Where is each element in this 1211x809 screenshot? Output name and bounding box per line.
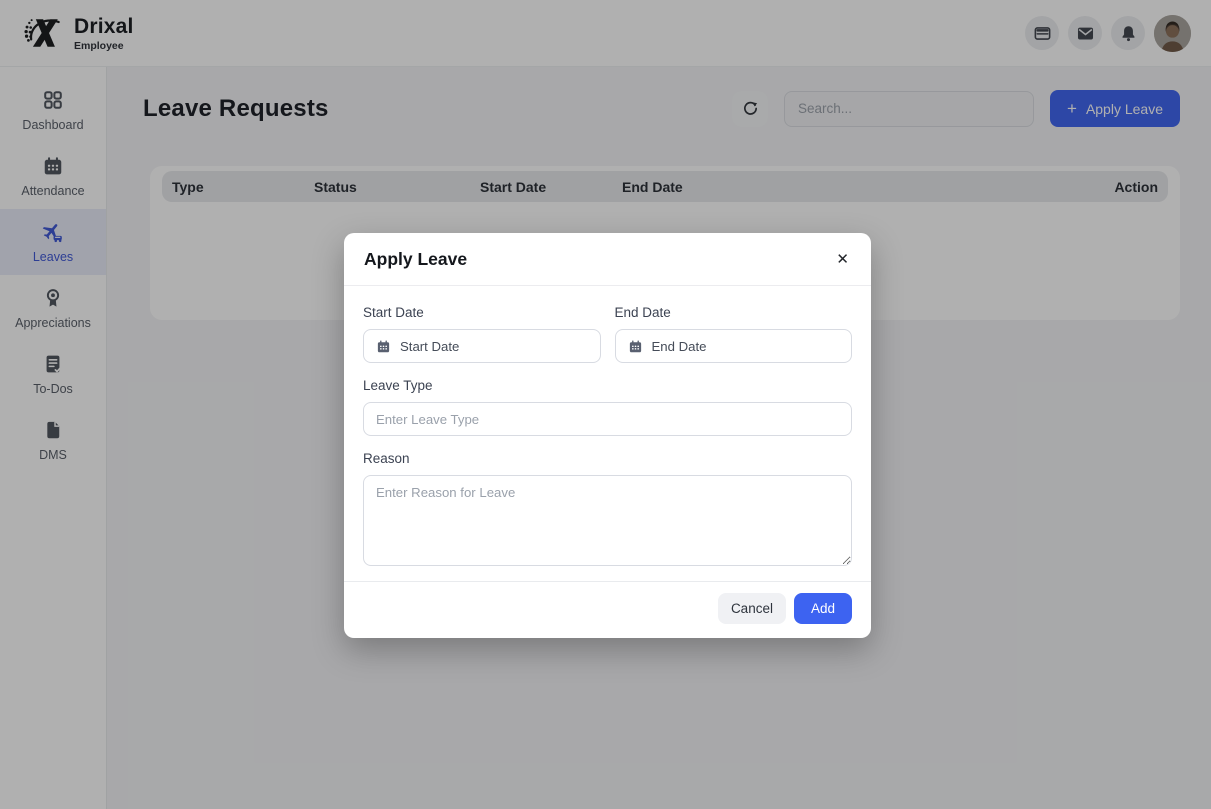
start-date-label: Start Date (363, 305, 601, 320)
end-date-input[interactable]: End Date (615, 329, 853, 363)
end-date-label: End Date (615, 305, 853, 320)
modal-body: Start Date (344, 286, 871, 581)
app-root: Drixal Employee (0, 0, 1211, 809)
calendar-icon (376, 339, 391, 354)
end-date-placeholder: End Date (652, 339, 707, 354)
leave-type-label: Leave Type (363, 378, 852, 393)
start-date-placeholder: Start Date (400, 339, 459, 354)
calendar-icon (628, 339, 643, 354)
close-icon[interactable]: ✕ (834, 250, 851, 269)
modal-footer: Cancel Add (344, 581, 871, 638)
reason-textarea[interactable] (363, 475, 852, 566)
reason-label: Reason (363, 451, 852, 466)
add-button[interactable]: Add (794, 593, 852, 624)
cancel-button[interactable]: Cancel (718, 593, 786, 624)
modal-header: Apply Leave ✕ (344, 233, 871, 286)
start-date-input[interactable]: Start Date (363, 329, 601, 363)
apply-leave-modal: Apply Leave ✕ Start Date (344, 233, 871, 638)
leave-type-input[interactable] (363, 402, 852, 436)
modal-title: Apply Leave (364, 249, 467, 270)
